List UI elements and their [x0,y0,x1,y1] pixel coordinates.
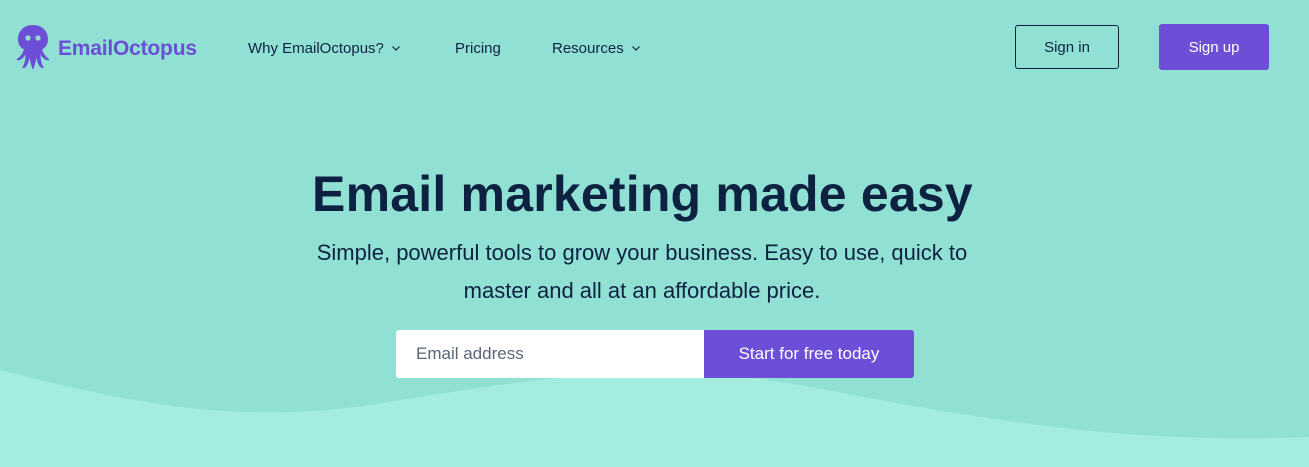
signup-form: Start for free today [396,330,914,378]
hero-title: Email marketing made easy [312,166,973,222]
email-input[interactable] [396,330,704,378]
octopus-icon [16,25,50,70]
chevron-down-icon [631,46,640,51]
start-free-button[interactable]: Start for free today [704,330,914,378]
nav-item-label: Why EmailOctopus? [248,39,384,57]
brand-name: EmailOctopus [58,36,197,60]
sign-in-button[interactable]: Sign in [1015,25,1119,69]
chevron-down-icon [391,46,400,51]
nav-item-label: Pricing [455,39,501,57]
nav-item-pricing[interactable]: Pricing [455,36,501,60]
brand-logo[interactable]: EmailOctopus [16,24,197,70]
nav-item-label: Resources [552,39,624,57]
sign-up-button[interactable]: Sign up [1159,24,1269,70]
site-header: EmailOctopus Why EmailOctopus? Pricing R… [0,0,1309,95]
nav-item-resources[interactable]: Resources [552,36,641,60]
nav-item-why-emailoctopus[interactable]: Why EmailOctopus? [248,36,401,60]
hero-subtitle: Simple, powerful tools to grow your busi… [316,240,968,303]
